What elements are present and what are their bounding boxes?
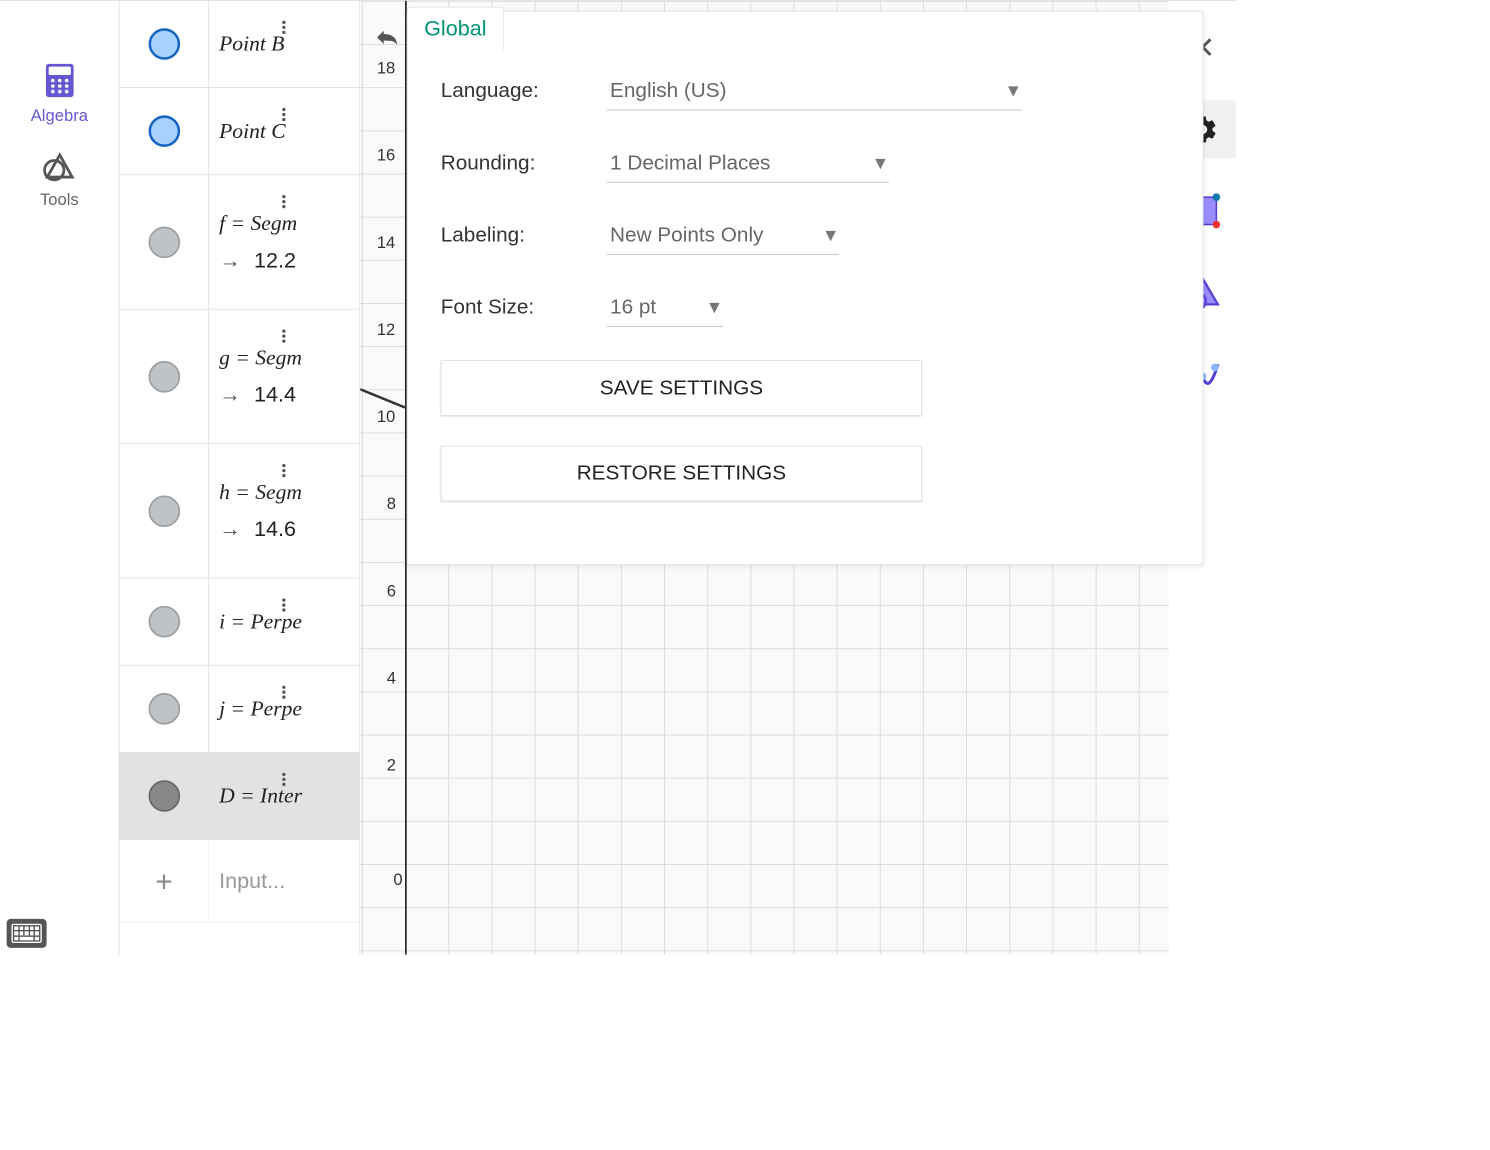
settings-panel: Global Language: English (US) ▾ Rounding…	[407, 11, 1204, 565]
visibility-toggle[interactable]	[120, 579, 210, 665]
chevron-down-icon: ▾	[709, 295, 719, 320]
fontsize-label: Font Size:	[441, 295, 582, 319]
visibility-toggle[interactable]	[120, 753, 210, 839]
formula: h = Segm	[219, 480, 351, 505]
labeling-label: Labeling:	[441, 223, 582, 247]
kebab-icon[interactable]	[282, 108, 285, 121]
nav-algebra[interactable]: Algebra	[0, 51, 119, 138]
settings-tab-global[interactable]: Global	[407, 7, 504, 51]
algebra-row[interactable]: f = Segm →12.2	[120, 175, 360, 309]
algebra-row[interactable]: Point C	[120, 88, 360, 175]
value: 12.2	[254, 247, 296, 273]
keyboard-icon	[11, 924, 41, 943]
algebra-row[interactable]: Point B	[120, 1, 360, 88]
algebra-row[interactable]: D = Inter	[120, 753, 360, 840]
kebab-icon[interactable]	[282, 686, 285, 699]
undo-icon[interactable]	[372, 27, 400, 47]
nav-tools[interactable]: Tools	[0, 138, 119, 222]
visibility-toggle[interactable]	[120, 310, 210, 444]
kebab-icon[interactable]	[282, 598, 285, 611]
labeling-select[interactable]: New Points Only ▾	[607, 216, 839, 255]
algebra-panel: Point B Point C f = Segm →12.2 g = Segm	[120, 1, 361, 955]
formula: j = Perpe	[219, 696, 351, 721]
formula: Point C	[219, 119, 351, 144]
plus-icon[interactable]: +	[120, 840, 210, 922]
algebra-row[interactable]: g = Segm →14.4	[120, 310, 360, 444]
visibility-toggle[interactable]	[120, 175, 210, 309]
keyboard-button[interactable]	[7, 919, 47, 948]
value: 14.4	[254, 382, 296, 408]
kebab-icon[interactable]	[282, 21, 285, 34]
kebab-icon[interactable]	[282, 195, 285, 208]
visibility-toggle[interactable]	[120, 1, 210, 87]
algebra-row[interactable]: j = Perpe	[120, 666, 360, 753]
rounding-select[interactable]: 1 Decimal Places ▾	[607, 144, 889, 183]
value: 14.6	[254, 516, 296, 542]
formula: g = Segm	[219, 345, 351, 370]
visibility-toggle[interactable]	[120, 666, 210, 752]
algebra-row[interactable]: h = Segm →14.6	[120, 444, 360, 578]
shapes-icon	[43, 149, 76, 182]
restore-settings-button[interactable]: RESTORE SETTINGS	[441, 446, 922, 502]
formula: i = Perpe	[219, 609, 351, 634]
visibility-toggle[interactable]	[120, 444, 210, 578]
axis-tick: 4	[387, 669, 396, 688]
chevron-down-icon: ▾	[825, 222, 835, 247]
axis-tick: 8	[387, 495, 396, 514]
nav-algebra-label: Algebra	[31, 107, 88, 126]
formula: f = Segm	[219, 211, 351, 236]
algebra-row[interactable]: i = Perpe	[120, 579, 360, 666]
chevron-down-icon: ▾	[875, 150, 885, 175]
visibility-toggle[interactable]	[120, 88, 210, 174]
fontsize-select[interactable]: 16 pt ▾	[607, 288, 723, 327]
chevron-down-icon: ▾	[1008, 78, 1018, 103]
axis-tick: 16	[377, 146, 395, 165]
axis-tick: 14	[377, 234, 395, 253]
axis-tick: 0	[393, 871, 402, 890]
axis-tick: 12	[377, 321, 395, 340]
graph-area[interactable]: 18 16 14 12 10 8 6 4 2 0 Global Language…	[360, 1, 1168, 955]
axis-tick: 18	[377, 59, 395, 78]
kebab-icon[interactable]	[282, 773, 285, 786]
rounding-label: Rounding:	[441, 151, 582, 175]
left-nav: Algebra Tools	[0, 1, 120, 955]
algebra-input[interactable]: Input...	[209, 840, 359, 922]
calculator-icon	[43, 62, 76, 99]
kebab-icon[interactable]	[282, 330, 285, 343]
algebra-input-row[interactable]: + Input...	[120, 840, 360, 923]
save-settings-button[interactable]: SAVE SETTINGS	[441, 360, 922, 416]
kebab-icon[interactable]	[282, 464, 285, 477]
nav-tools-label: Tools	[40, 191, 79, 210]
language-label: Language:	[441, 79, 582, 103]
axis-tick: 2	[387, 757, 396, 776]
language-select[interactable]: English (US) ▾	[607, 71, 1022, 110]
axis-tick: 6	[387, 582, 396, 601]
formula: Point B	[219, 32, 351, 57]
formula: D = Inter	[219, 784, 351, 809]
